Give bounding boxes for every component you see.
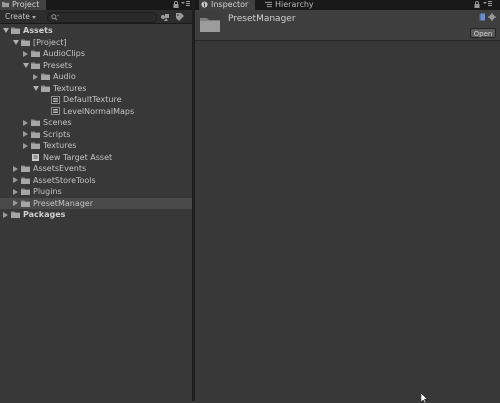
search-icon [51, 14, 59, 21]
folder-icon [31, 119, 40, 126]
expand-arrow-right-icon[interactable] [23, 50, 28, 57]
tree-item-label: Packages [23, 210, 66, 219]
create-dropdown[interactable]: Create [2, 12, 39, 22]
tree-item-label: Scenes [43, 118, 72, 127]
tree-item-label: AudioClips [43, 49, 86, 58]
tree-item-label: Textures [53, 83, 87, 93]
tab-project-label: Project [12, 0, 40, 9]
inspector-menu-icon[interactable] [483, 1, 492, 9]
open-button[interactable]: Open [470, 28, 496, 38]
tree-item[interactable]: Assets [0, 25, 192, 37]
expand-arrow-down-icon[interactable] [23, 62, 29, 68]
project-tab-bar: Project [0, 0, 192, 10]
folder-icon [31, 131, 40, 138]
tree-item-label: LevelNormalMaps [63, 106, 135, 116]
tree-item[interactable]: Plugins [0, 186, 192, 198]
project-toolbar: Create [0, 10, 192, 24]
project-panel: Project Create Assets [Project] AudioClips… [0, 0, 192, 401]
search-input[interactable] [47, 12, 157, 23]
help-book-icon[interactable] [478, 13, 486, 21]
tree-item[interactable]: Packages [0, 209, 192, 221]
tab-hierarchy[interactable]: Hierarchy [263, 0, 323, 10]
preset-icon [51, 107, 60, 115]
folder-icon [11, 211, 20, 218]
folder-icon [200, 18, 220, 32]
tree-item[interactable]: LevelNormalMaps [0, 106, 192, 118]
tree-item[interactable]: PresetManager [0, 197, 192, 209]
create-label: Create [5, 12, 30, 21]
list-icon [265, 1, 272, 8]
folder-icon [31, 62, 40, 69]
folder-icon [21, 177, 30, 184]
filter-by-label-icon[interactable] [175, 12, 185, 22]
asset-tree: Assets [Project] AudioClips Presets Audio Tex… [0, 25, 192, 221]
tree-item[interactable]: Textures [0, 83, 192, 95]
expand-arrow-down-icon[interactable] [33, 85, 39, 91]
folder-icon [41, 73, 50, 80]
tree-item-label: PresetManager [33, 198, 94, 208]
inspector-panel: Inspector Hierarchy PresetManager Open [195, 0, 500, 401]
inspector-header: PresetManager Open [195, 10, 500, 41]
tree-item-label: AssetsEvents [33, 164, 87, 173]
tree-item-label: DefaultTexture [63, 95, 122, 104]
tree-item[interactable]: AssetStoreTools [0, 175, 192, 187]
folder-icon [21, 39, 30, 46]
tree-item-label: Presets [43, 60, 73, 70]
gear-icon[interactable] [488, 13, 496, 21]
tree-item-label: Audio [53, 72, 76, 81]
tree-item-label: New Target Asset [43, 152, 113, 162]
inspector-tab-bar: Inspector Hierarchy [195, 0, 500, 10]
expand-arrow-right-icon[interactable] [13, 200, 18, 206]
tree-item-label: Plugins [33, 187, 62, 196]
tab-hierarchy-label: Hierarchy [275, 0, 314, 9]
tree-item[interactable]: Scenes [0, 117, 192, 129]
expand-arrow-right-icon[interactable] [13, 165, 18, 172]
expand-arrow-down-icon[interactable] [3, 28, 9, 33]
scriptable-asset-icon [32, 153, 39, 161]
info-icon [201, 1, 208, 8]
folder-icon [21, 200, 30, 207]
expand-arrow-right-icon[interactable] [3, 211, 8, 218]
folder-icon [21, 188, 30, 195]
expand-arrow-right-icon[interactable] [33, 73, 38, 80]
tree-item[interactable]: AssetsEvents [0, 163, 192, 175]
tree-item[interactable]: Presets [0, 60, 192, 72]
tree-item[interactable]: DefaultTexture [0, 94, 192, 106]
tree-item[interactable]: AudioClips [0, 48, 192, 60]
folder-icon [31, 142, 40, 149]
tree-item-label: AssetStoreTools [33, 175, 96, 185]
filter-by-type-icon[interactable] [160, 12, 170, 22]
folder-tab-icon [2, 1, 9, 8]
tab-inspector[interactable]: Inspector [199, 0, 255, 10]
folder-icon [41, 85, 50, 92]
folder-icon [11, 27, 20, 34]
expand-arrow-right-icon[interactable] [23, 142, 28, 149]
tree-item[interactable]: [Project] [0, 37, 192, 49]
expand-arrow-right-icon[interactable] [23, 131, 28, 137]
preset-icon [51, 95, 60, 104]
lock-icon[interactable] [173, 1, 179, 9]
expand-arrow-down-icon[interactable] [13, 39, 19, 45]
mouse-cursor-icon [421, 393, 429, 403]
expand-arrow-right-icon[interactable] [13, 188, 18, 195]
inspector-lock-icon[interactable] [474, 1, 480, 9]
tree-item[interactable]: Audio [0, 71, 192, 83]
tree-item[interactable]: Scripts [0, 129, 192, 141]
tree-item-label: Assets [23, 26, 53, 35]
tree-item-label: Scripts [43, 129, 71, 139]
chevron-down-icon [31, 15, 36, 19]
tree-item[interactable]: New Target Asset [0, 152, 192, 164]
tree-item-label: Textures [43, 141, 77, 150]
tab-inspector-label: Inspector [211, 0, 249, 9]
inspector-title: PresetManager [228, 14, 296, 24]
tree-item-label: [Project] [33, 37, 67, 47]
expand-arrow-right-icon[interactable] [13, 177, 18, 183]
folder-icon [31, 50, 40, 57]
folder-icon [21, 165, 30, 172]
expand-arrow-right-icon[interactable] [23, 119, 28, 126]
tab-project[interactable]: Project [0, 0, 46, 10]
tree-item[interactable]: Textures [0, 140, 192, 152]
panel-menu-icon[interactable] [181, 1, 190, 9]
